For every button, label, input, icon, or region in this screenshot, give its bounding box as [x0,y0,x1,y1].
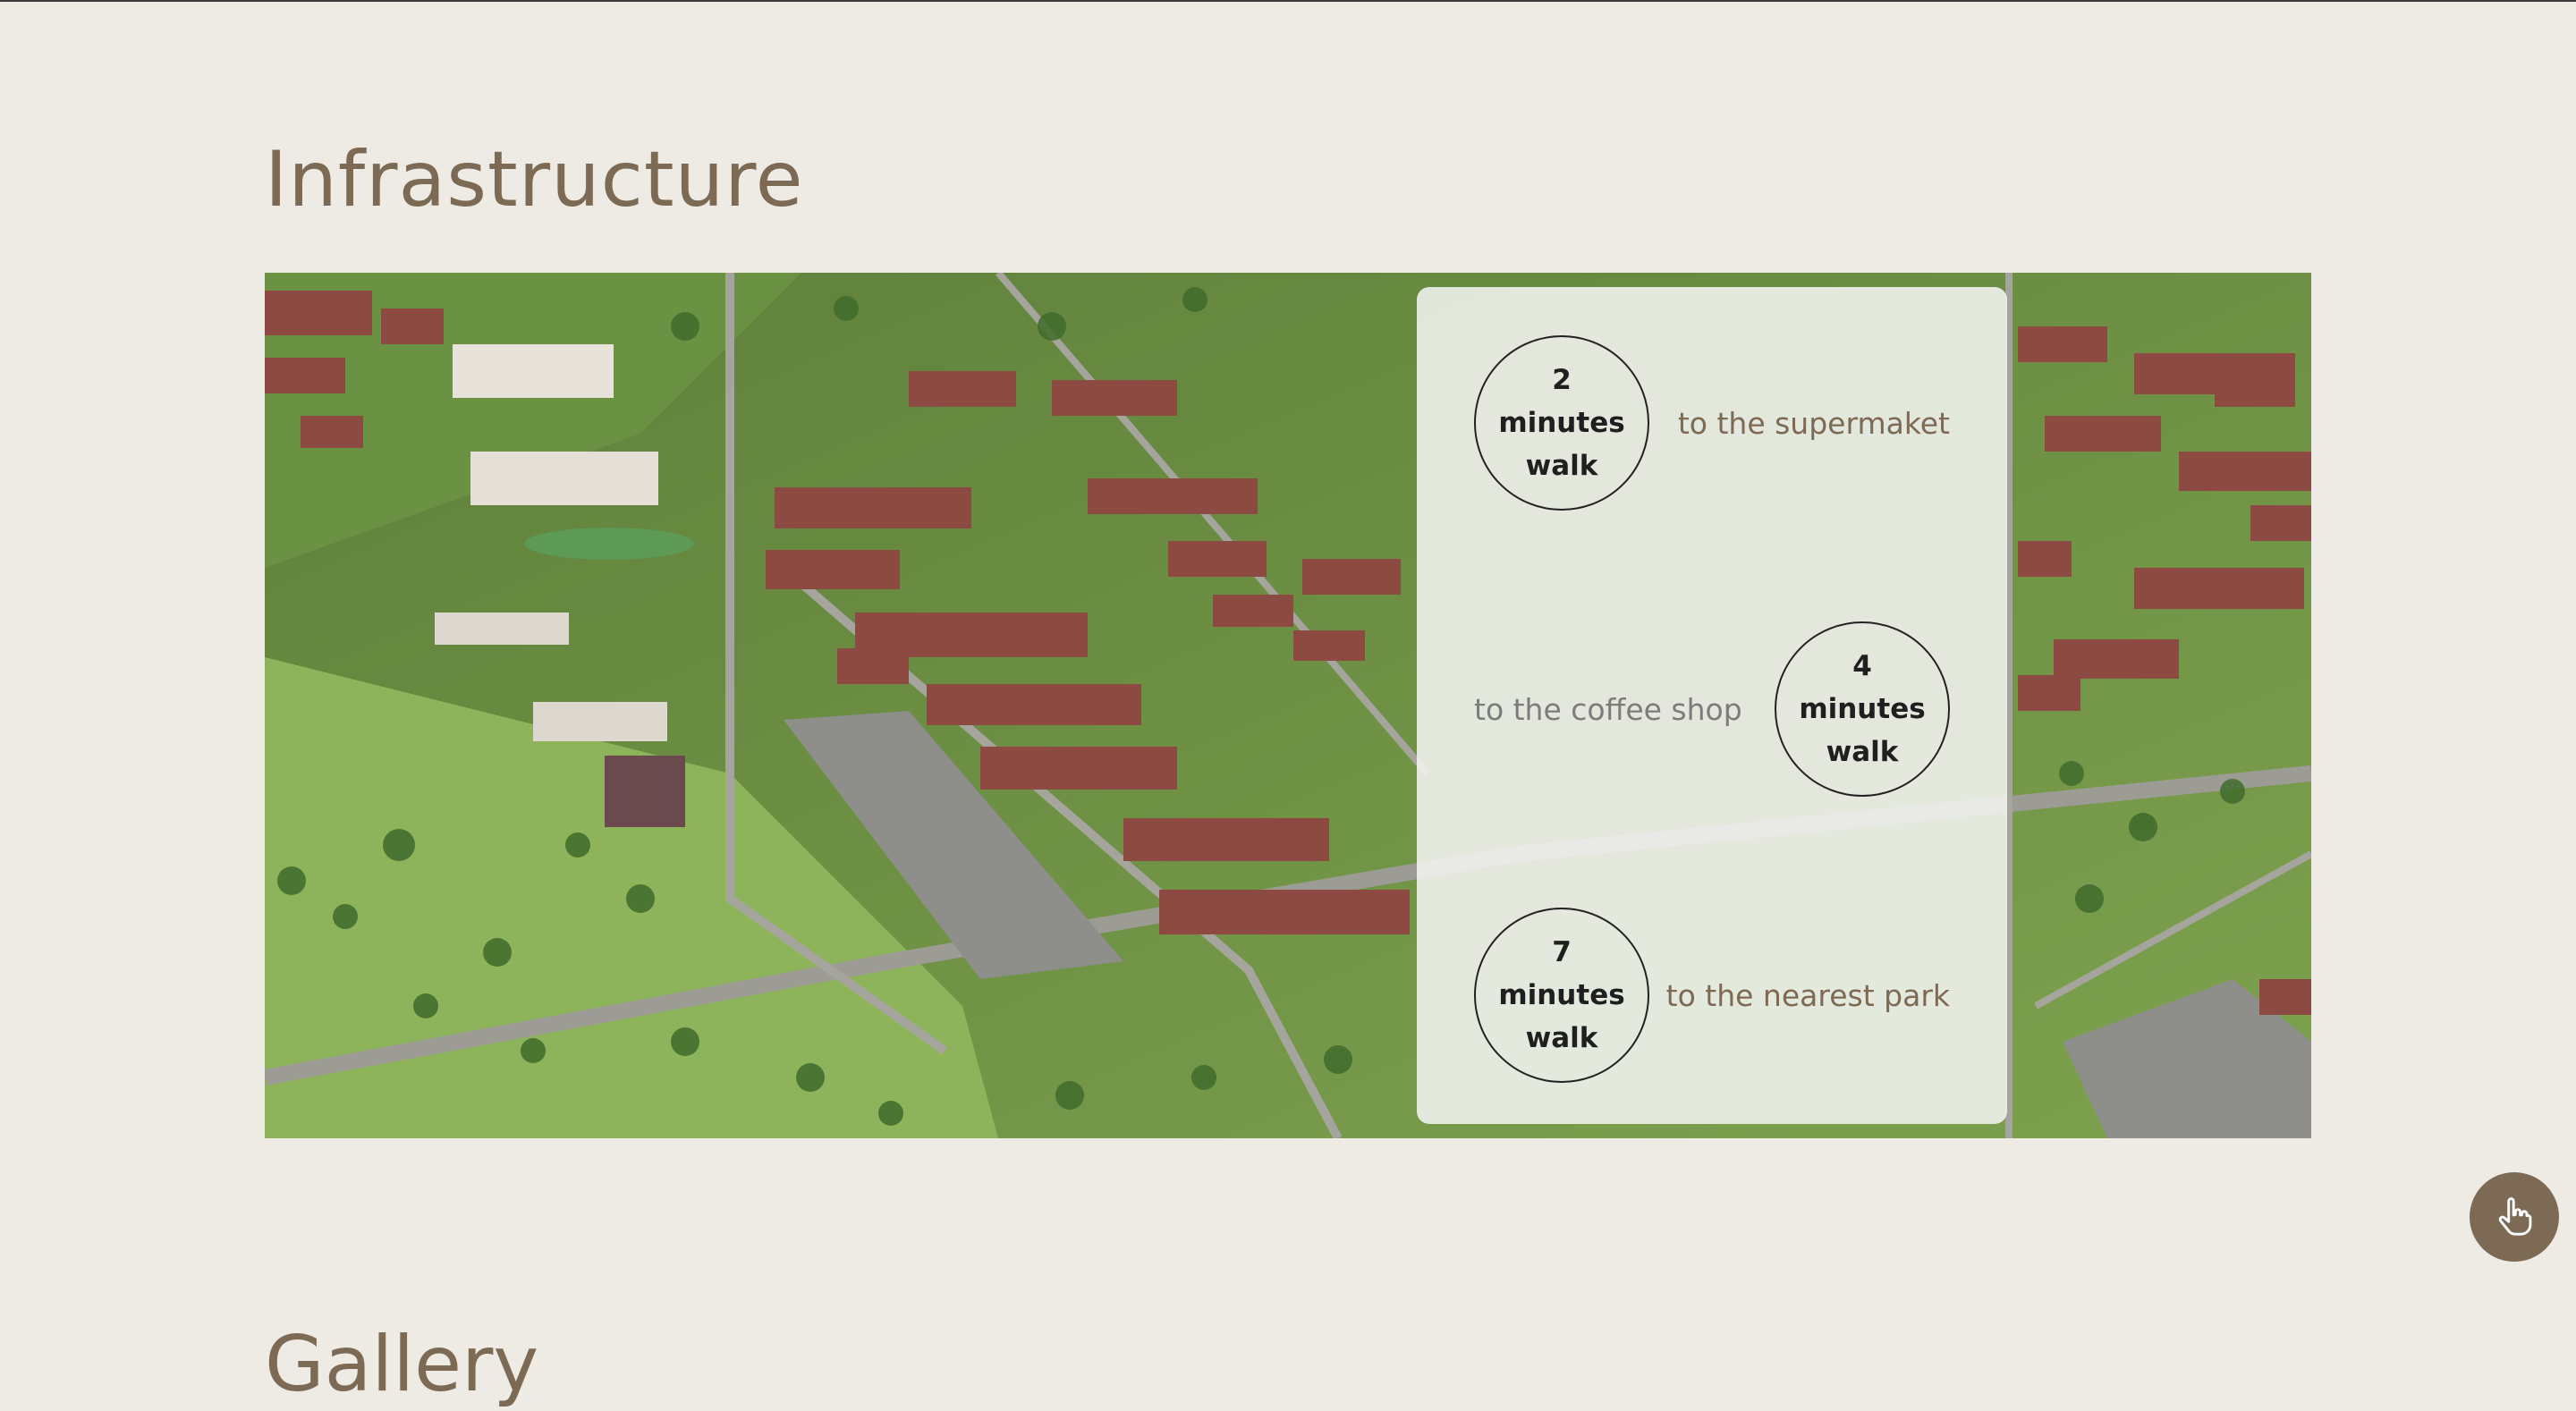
walk-time-badge: 2 minutes walk [1474,335,1649,511]
section-title: Infrastructure [265,135,804,224]
walk-time-badge: 7 minutes walk [1474,908,1649,1083]
hand-pointer-icon [2498,1197,2532,1236]
walk-time-label: 7 minutes walk [1498,936,1625,1054]
infrastructure-card: 2 minutes walk to the supermaket to the … [1417,287,2007,1124]
distance-item: to the coffee shop 4 minutes walk [1474,620,1950,798]
destination-label: to the nearest park [1665,977,1950,1013]
top-border [0,0,2576,2]
walk-time-label: 2 minutes walk [1498,364,1625,482]
destination-label: to the supermaket [1677,405,1950,441]
walk-time-label: 4 minutes walk [1799,650,1926,768]
floating-action-button[interactable] [2470,1172,2559,1262]
walk-time-badge: 4 minutes walk [1775,621,1950,797]
distance-item: 2 minutes walk to the supermaket [1474,334,1950,512]
destination-label: to the coffee shop [1474,691,1742,727]
next-section-title: Gallery [265,1320,539,1409]
distance-item: 7 minutes walk to the nearest park [1474,906,1950,1085]
aerial-map-image: 2 minutes walk to the supermaket to the … [265,273,2311,1138]
